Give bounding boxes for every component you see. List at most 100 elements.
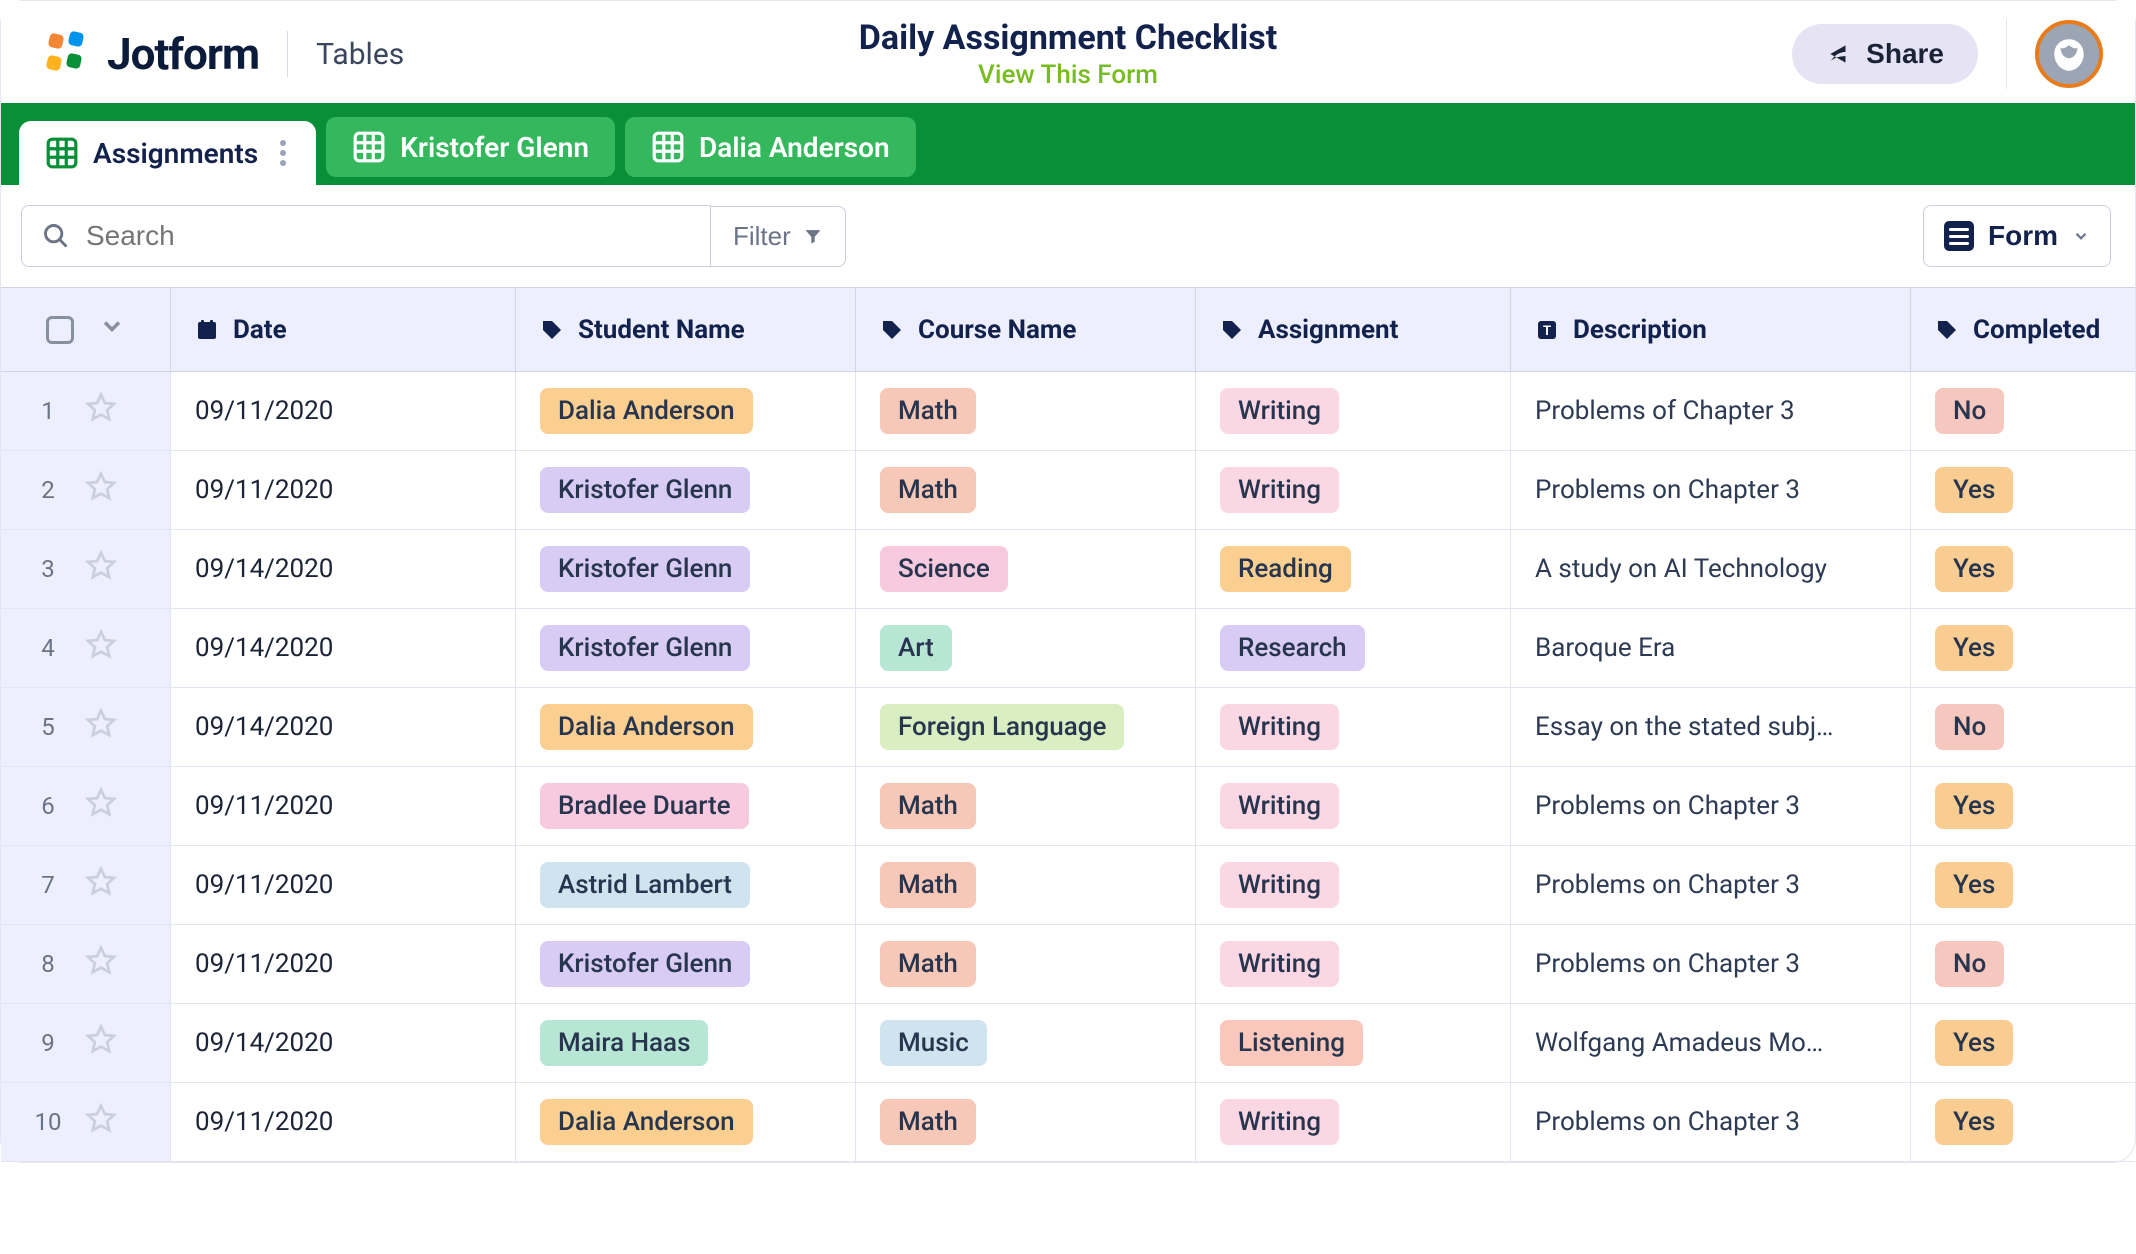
table-row[interactable]: 3 09/14/2020 Kristofer Glenn Science Rea…: [1, 530, 2135, 609]
share-button[interactable]: Share: [1792, 24, 1978, 84]
cell-description[interactable]: Wolfgang Amadeus Mo…: [1511, 1004, 1911, 1082]
cell-assignment[interactable]: Writing: [1196, 767, 1511, 845]
cell-course[interactable]: Art: [856, 609, 1196, 687]
tab-assignments[interactable]: Assignments: [19, 121, 316, 185]
header-description[interactable]: T Description: [1511, 288, 1911, 371]
cell-assignment[interactable]: Writing: [1196, 688, 1511, 766]
cell-date[interactable]: 09/11/2020: [171, 372, 516, 450]
star-icon[interactable]: [85, 629, 117, 667]
cell-completed[interactable]: Yes: [1911, 1083, 2135, 1161]
cell-assignment[interactable]: Research: [1196, 609, 1511, 687]
cell-date[interactable]: 09/11/2020: [171, 1083, 516, 1161]
cell-completed[interactable]: No: [1911, 372, 2135, 450]
star-icon[interactable]: [85, 708, 117, 746]
table-row[interactable]: 8 09/11/2020 Kristofer Glenn Math Writin…: [1, 925, 2135, 1004]
header-student[interactable]: Student Name: [516, 288, 856, 371]
table-row[interactable]: 4 09/14/2020 Kristofer Glenn Art Researc…: [1, 609, 2135, 688]
cell-date[interactable]: 09/14/2020: [171, 1004, 516, 1082]
cell-student[interactable]: Dalia Anderson: [516, 1083, 856, 1161]
cell-completed[interactable]: Yes: [1911, 451, 2135, 529]
cell-description[interactable]: Problems of Chapter 3: [1511, 372, 1911, 450]
cell-date[interactable]: 09/11/2020: [171, 925, 516, 1003]
form-button[interactable]: Form: [1923, 205, 2111, 267]
star-icon[interactable]: [85, 550, 117, 588]
cell-completed[interactable]: Yes: [1911, 1004, 2135, 1082]
avatar[interactable]: [2035, 20, 2103, 88]
cell-student[interactable]: Kristofer Glenn: [516, 609, 856, 687]
cell-date[interactable]: 09/14/2020: [171, 609, 516, 687]
cell-course[interactable]: Math: [856, 451, 1196, 529]
cell-assignment[interactable]: Reading: [1196, 530, 1511, 608]
table-row[interactable]: 7 09/11/2020 Astrid Lambert Math Writing…: [1, 846, 2135, 925]
cell-completed[interactable]: No: [1911, 688, 2135, 766]
cell-course[interactable]: Math: [856, 846, 1196, 924]
cell-date[interactable]: 09/11/2020: [171, 767, 516, 845]
table-row[interactable]: 9 09/14/2020 Maira Haas Music Listening …: [1, 1004, 2135, 1083]
cell-date[interactable]: 09/11/2020: [171, 451, 516, 529]
cell-assignment[interactable]: Writing: [1196, 925, 1511, 1003]
cell-assignment[interactable]: Writing: [1196, 846, 1511, 924]
cell-course[interactable]: Science: [856, 530, 1196, 608]
cell-student[interactable]: Dalia Anderson: [516, 372, 856, 450]
cell-description[interactable]: Problems on Chapter 3: [1511, 846, 1911, 924]
cell-description[interactable]: Problems on Chapter 3: [1511, 1083, 1911, 1161]
table-row[interactable]: 2 09/11/2020 Kristofer Glenn Math Writin…: [1, 451, 2135, 530]
tab-menu-icon[interactable]: [280, 140, 290, 166]
star-icon[interactable]: [85, 1024, 117, 1062]
cell-student[interactable]: Astrid Lambert: [516, 846, 856, 924]
student-pill: Kristofer Glenn: [540, 625, 750, 671]
cell-course[interactable]: Foreign Language: [856, 688, 1196, 766]
cell-student[interactable]: Maira Haas: [516, 1004, 856, 1082]
star-icon[interactable]: [85, 471, 117, 509]
cell-assignment[interactable]: Writing: [1196, 372, 1511, 450]
header-completed[interactable]: Completed: [1911, 288, 2135, 371]
filter-button[interactable]: Filter: [711, 206, 846, 267]
cell-date[interactable]: 09/14/2020: [171, 688, 516, 766]
cell-description[interactable]: Essay on the stated subj…: [1511, 688, 1911, 766]
header-course[interactable]: Course Name: [856, 288, 1196, 371]
cell-completed[interactable]: Yes: [1911, 530, 2135, 608]
cell-student[interactable]: Dalia Anderson: [516, 688, 856, 766]
cell-student[interactable]: Kristofer Glenn: [516, 451, 856, 529]
cell-description[interactable]: A study on AI Technology: [1511, 530, 1911, 608]
cell-description[interactable]: Problems on Chapter 3: [1511, 925, 1911, 1003]
cell-student[interactable]: Kristofer Glenn: [516, 925, 856, 1003]
cell-completed[interactable]: Yes: [1911, 609, 2135, 687]
star-icon[interactable]: [85, 787, 117, 825]
header-assignment[interactable]: Assignment: [1196, 288, 1511, 371]
search-input[interactable]: [86, 220, 690, 252]
section-label[interactable]: Tables: [316, 37, 404, 72]
cell-assignment[interactable]: Listening: [1196, 1004, 1511, 1082]
header-date[interactable]: Date: [171, 288, 516, 371]
cell-date[interactable]: 09/11/2020: [171, 846, 516, 924]
star-icon[interactable]: [85, 945, 117, 983]
cell-completed[interactable]: Yes: [1911, 767, 2135, 845]
star-icon[interactable]: [85, 392, 117, 430]
star-icon[interactable]: [85, 866, 117, 904]
table-row[interactable]: 10 09/11/2020 Dalia Anderson Math Writin…: [1, 1083, 2135, 1162]
tab-kristofer[interactable]: Kristofer Glenn: [326, 117, 615, 177]
cell-course[interactable]: Music: [856, 1004, 1196, 1082]
table-row[interactable]: 6 09/11/2020 Bradlee Duarte Math Writing…: [1, 767, 2135, 846]
cell-description[interactable]: Baroque Era: [1511, 609, 1911, 687]
table-row[interactable]: 5 09/14/2020 Dalia Anderson Foreign Lang…: [1, 688, 2135, 767]
cell-course[interactable]: Math: [856, 925, 1196, 1003]
cell-completed[interactable]: Yes: [1911, 846, 2135, 924]
expand-all-icon[interactable]: [98, 312, 126, 347]
cell-completed[interactable]: No: [1911, 925, 2135, 1003]
table-row[interactable]: 1 09/11/2020 Dalia Anderson Math Writing…: [1, 372, 2135, 451]
cell-course[interactable]: Math: [856, 767, 1196, 845]
cell-course[interactable]: Math: [856, 372, 1196, 450]
cell-assignment[interactable]: Writing: [1196, 1083, 1511, 1161]
view-form-link[interactable]: View This Form: [978, 60, 1158, 90]
select-all-checkbox[interactable]: [46, 316, 74, 344]
cell-course[interactable]: Math: [856, 1083, 1196, 1161]
cell-description[interactable]: Problems on Chapter 3: [1511, 451, 1911, 529]
cell-assignment[interactable]: Writing: [1196, 451, 1511, 529]
cell-description[interactable]: Problems on Chapter 3: [1511, 767, 1911, 845]
cell-student[interactable]: Bradlee Duarte: [516, 767, 856, 845]
tab-dalia[interactable]: Dalia Anderson: [625, 117, 916, 177]
cell-student[interactable]: Kristofer Glenn: [516, 530, 856, 608]
cell-date[interactable]: 09/14/2020: [171, 530, 516, 608]
star-icon[interactable]: [85, 1103, 117, 1141]
